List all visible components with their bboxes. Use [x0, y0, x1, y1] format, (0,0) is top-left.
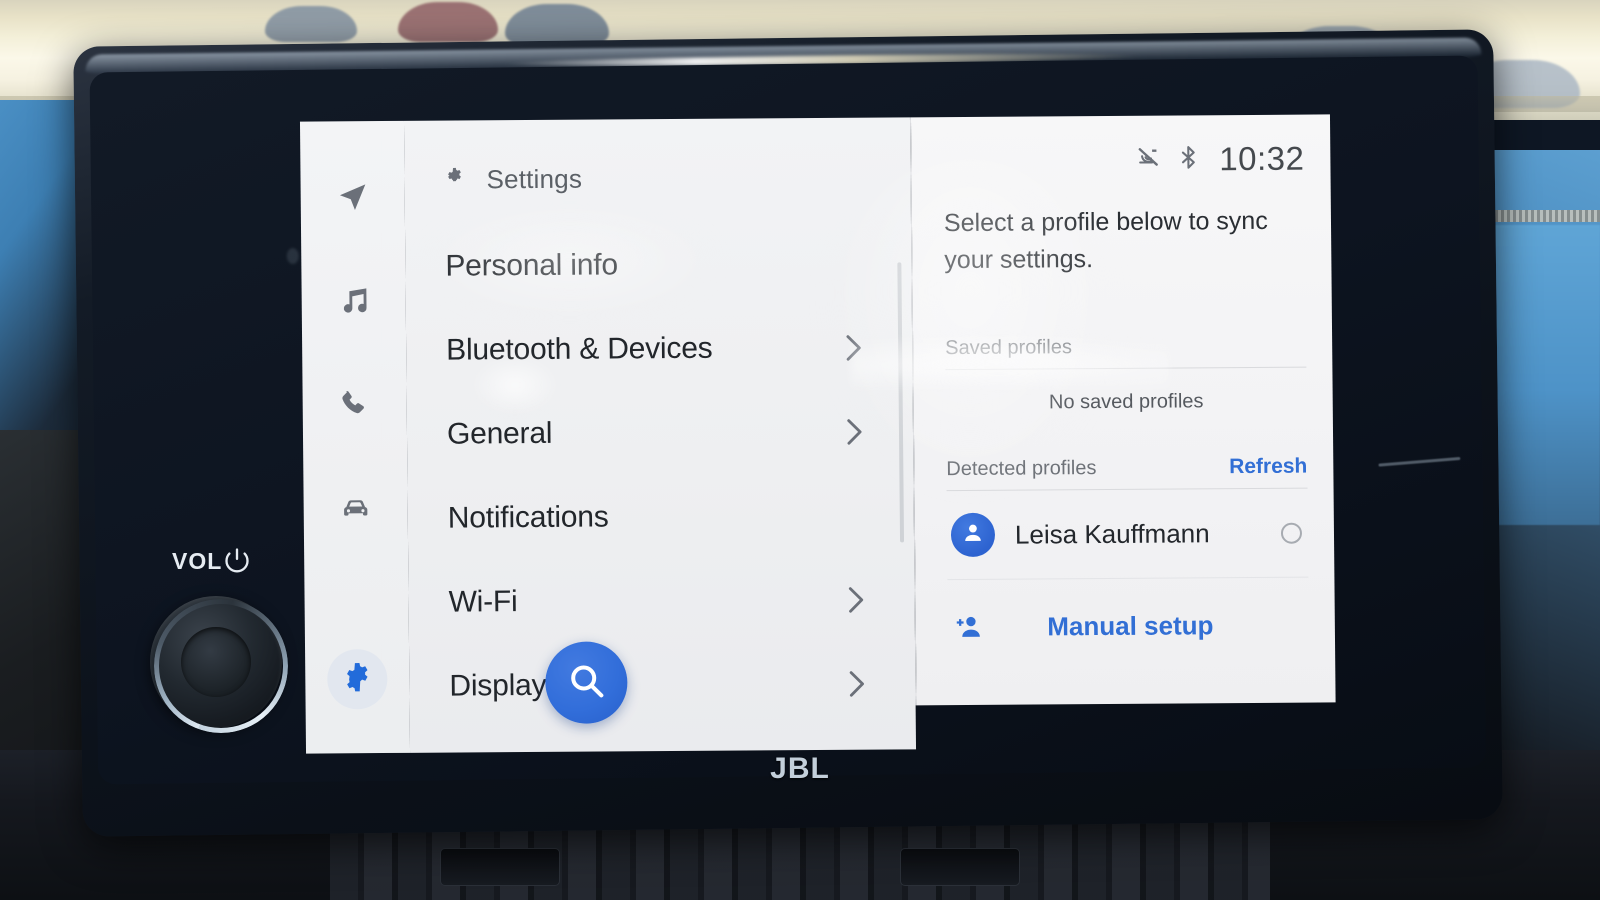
status-bar: 10:32 — [943, 137, 1305, 184]
menu-item-label: Notifications — [447, 500, 609, 535]
volume-label: VOL — [172, 548, 223, 574]
settings-list-pane: Settings Personal info Bluetooth & Devic… — [403, 117, 917, 753]
page-title: Settings — [486, 163, 583, 194]
saved-profiles-header: Saved profiles — [945, 334, 1307, 371]
section-label: Saved profiles — [945, 336, 1073, 360]
chevron-right-icon — [848, 670, 865, 698]
android-auto-screen: Settings Personal info Bluetooth & Devic… — [299, 114, 1336, 754]
profile-name: Leisa Kauffmann — [1014, 517, 1210, 550]
profile-list-item[interactable]: Leisa Kauffmann — [946, 488, 1309, 581]
menu-item-display[interactable]: Display — [409, 641, 916, 729]
menu-item-label: Wi-Fi — [448, 585, 518, 619]
dash-right-blue-panel — [1492, 225, 1600, 525]
search-icon — [565, 659, 607, 706]
console-vent — [440, 848, 560, 886]
power-icon[interactable] — [223, 546, 251, 574]
menu-item-notifications[interactable]: Notifications — [407, 473, 914, 561]
manual-setup-label: Manual setup — [1047, 609, 1214, 641]
menu-item-label: General — [446, 416, 553, 451]
chevron-right-icon — [846, 418, 863, 446]
car-icon — [339, 492, 373, 531]
menu-item-wifi[interactable]: Wi-Fi — [408, 557, 915, 645]
chevron-right-icon — [845, 334, 862, 362]
menu-item-label: Display — [449, 668, 547, 703]
mic-muted-icon — [1135, 144, 1161, 175]
no-saved-profiles-text: No saved profiles — [1048, 390, 1204, 414]
volume-knob[interactable] — [150, 596, 282, 728]
profile-prompt: Select a profile below to sync your sett… — [943, 206, 1268, 275]
section-label: Detected profiles — [946, 457, 1097, 481]
sidebar-item-vehicle[interactable] — [325, 481, 386, 541]
parked-car — [398, 2, 498, 42]
phone-icon — [338, 388, 372, 427]
chevron-right-icon — [847, 586, 864, 614]
avatar — [950, 512, 996, 558]
menu-item-general[interactable]: General — [407, 389, 914, 477]
gear-icon — [442, 165, 466, 194]
sidebar-item-media[interactable] — [323, 273, 384, 333]
parked-car — [265, 6, 357, 42]
person-add-icon — [952, 610, 986, 644]
sidebar-item-settings[interactable] — [327, 649, 388, 710]
bluetooth-icon — [1175, 144, 1201, 175]
profile-detail-pane: 10:32 Select a profile below to sync you… — [909, 114, 1336, 706]
search-button[interactable] — [544, 641, 628, 724]
sidebar-item-phone[interactable] — [324, 377, 385, 437]
menu-item-personal-info[interactable]: Personal info — [405, 221, 912, 309]
jbl-logo: JBL — [770, 752, 830, 785]
settings-menu: Personal info Bluetooth & Devices Genera… — [405, 221, 916, 729]
sidebar-item-navigation[interactable] — [322, 169, 383, 229]
refresh-button[interactable]: Refresh — [1229, 455, 1307, 480]
detected-profiles-header: Detected profiles Refresh — [946, 454, 1308, 492]
menu-item-bluetooth-devices[interactable]: Bluetooth & Devices — [406, 305, 913, 393]
menu-item-label: Personal info — [445, 248, 619, 283]
clock: 10:32 — [1219, 139, 1305, 178]
music-note-icon — [337, 284, 371, 323]
defroster-vent — [1480, 210, 1600, 222]
profile-radio-button[interactable] — [1280, 522, 1303, 544]
screen-smudge — [286, 247, 299, 265]
person-icon — [960, 519, 986, 550]
app-rail — [299, 120, 411, 754]
photo-scene: VOL JBL Settings Personal info Bluetooth… — [0, 0, 1600, 900]
menu-item-label: Bluetooth & Devices — [446, 331, 713, 367]
settings-header: Settings — [404, 153, 910, 203]
gear-icon — [340, 660, 374, 699]
manual-setup-row[interactable]: Manual setup — [947, 578, 1309, 645]
console-vent — [900, 848, 1020, 886]
navigation-icon — [336, 180, 370, 219]
